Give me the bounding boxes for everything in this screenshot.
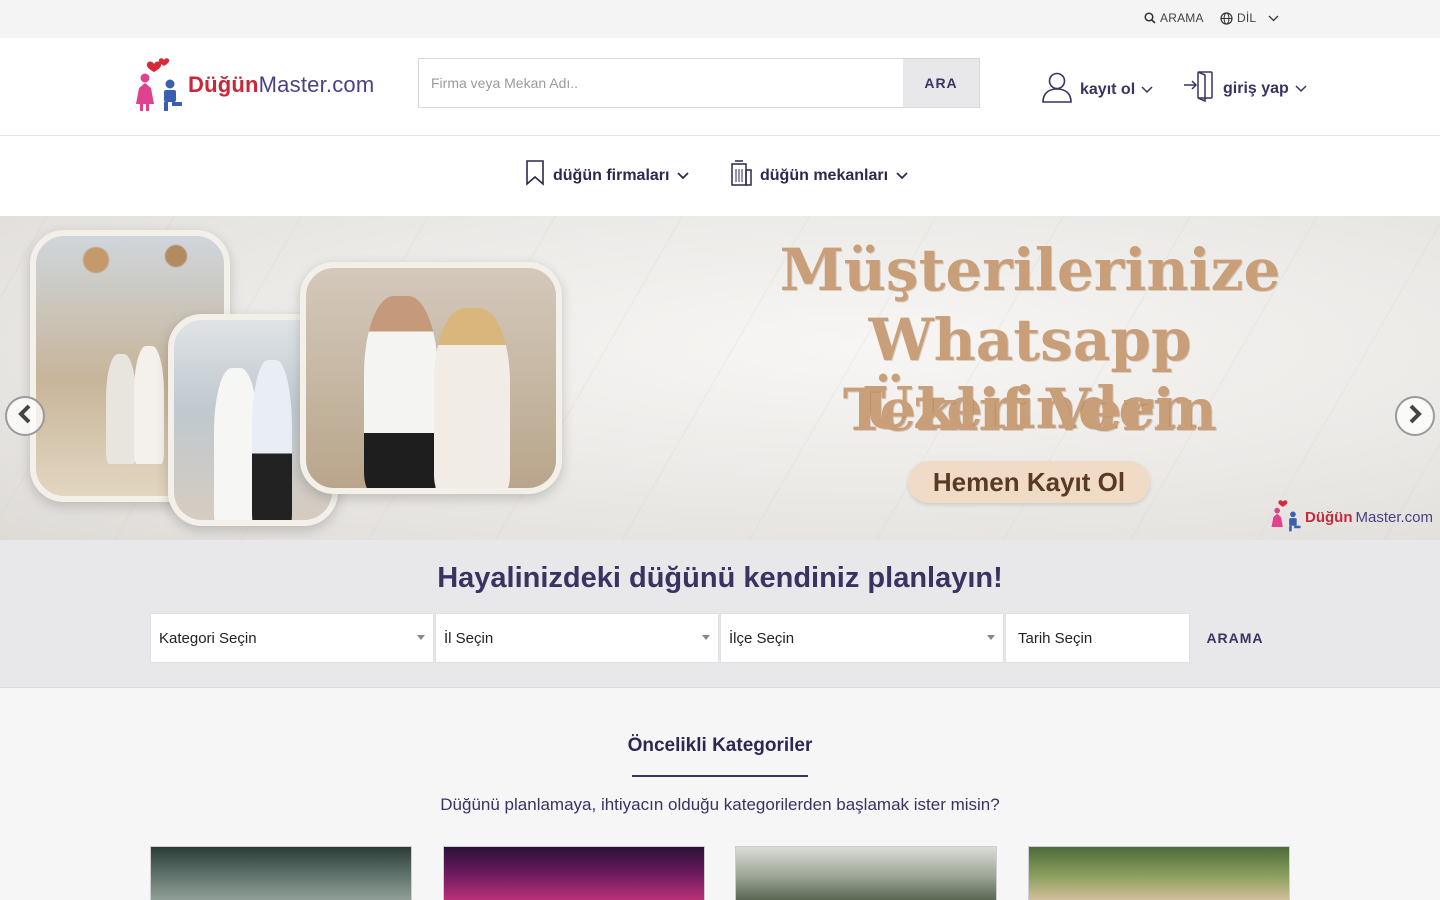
chevron-down-icon [677,167,690,185]
nav-wedding-venues-label: düğün mekanları [760,166,889,184]
chevron-down-icon [1295,80,1307,98]
category-select[interactable]: Kategori Seçin [150,613,434,663]
logo-domain: Master.com [258,72,375,97]
logo-wordmark: DüğünMaster.com [188,72,374,98]
category-card[interactable] [443,846,705,900]
province-select-value: İl Seçin [444,629,494,647]
chevron-down-icon [1268,15,1279,22]
caret-down-icon [987,635,995,640]
date-picker-value: Tarih Seçin [1018,629,1093,647]
hero-headline-line3: Teklif Verin [842,376,1218,444]
wedding-planner-search: Hayalinizdeki düğünü kendiniz planlayın!… [0,540,1440,688]
chevron-left-icon [17,404,33,429]
chevron-right-icon [1407,404,1423,429]
category-navigation: düğün firmaları düğün mekanları [0,136,1440,216]
main-header: DüğünMaster.com ARA kayıt ol giriş yap [0,38,1440,136]
top-utility-bar: ARAMA DİL [0,0,1440,38]
search-icon [1144,12,1156,24]
hero-logo: Düğün Master.com [1270,498,1433,536]
province-select[interactable]: İl Seçin [435,613,719,663]
nav-wedding-firms-label: düğün firmaları [553,166,670,184]
couple-photo-portrait [300,262,562,494]
hero-register-cta[interactable]: Hemen Kayıt Ol [908,461,1150,503]
hero-prev-button[interactable] [5,396,45,436]
priority-title: Öncelikli Kategoriler [627,735,813,756]
globe-icon [1220,11,1233,25]
chevron-down-icon [1141,81,1153,99]
header-search: ARA [418,58,980,108]
language-selector[interactable]: DİL [1220,11,1279,25]
title-underline [632,775,808,777]
priority-categories-section: Öncelikli Kategoriler Düğünü planlamaya,… [0,688,1440,900]
caret-down-icon [417,635,425,640]
header-search-button[interactable]: ARA [903,59,979,107]
caret-down-icon [702,635,710,640]
district-select[interactable]: İlçe Seçin [720,613,1004,663]
language-label: DİL [1237,11,1257,25]
hero-headline-line1: Müşterilerinize [779,236,1281,304]
hero-banner[interactable]: Müşterilerinize Whatsapp Üzerinden Tekli… [0,216,1440,540]
hero-next-button[interactable] [1395,396,1435,436]
hero-logo-brand: Düğün [1305,508,1353,526]
couple-logo-icon [134,58,184,112]
couple-logo-icon [1270,498,1302,536]
priority-subtitle: Düğünü planlamaya, ihtiyacın olduğu kate… [440,795,1000,814]
nav-wedding-venues[interactable]: düğün mekanları [730,160,908,191]
category-select-value: Kategori Seçin [159,629,257,647]
login-label: giriş yap [1223,79,1289,97]
hero-logo-domain: Master.com [1355,508,1434,526]
category-card[interactable] [735,846,997,900]
top-search-label: ARAMA [1160,11,1204,25]
door-enter-icon [1183,70,1217,107]
category-card[interactable] [1028,846,1290,900]
login-menu[interactable]: giriş yap [1183,70,1307,107]
bookmark-icon [525,160,545,191]
top-search-link[interactable]: ARAMA [1144,11,1204,25]
planner-title: Hayalinizdeki düğünü kendiniz planlayın! [437,562,1003,594]
logo-brand: Düğün [188,72,259,97]
date-picker[interactable]: Tarih Seçin [1005,613,1190,663]
category-card[interactable] [150,846,412,900]
site-logo[interactable]: DüğünMaster.com [134,57,374,113]
user-icon [1040,70,1074,109]
chevron-down-icon [896,167,908,185]
register-menu[interactable]: kayıt ol [1040,70,1153,109]
header-search-input[interactable] [419,59,903,107]
register-label: kayıt ol [1080,80,1136,98]
building-icon [730,160,752,191]
nav-wedding-firms[interactable]: düğün firmaları [525,160,690,191]
planner-search-button[interactable]: ARAMA [1190,613,1280,663]
district-select-value: İlçe Seçin [729,629,795,647]
